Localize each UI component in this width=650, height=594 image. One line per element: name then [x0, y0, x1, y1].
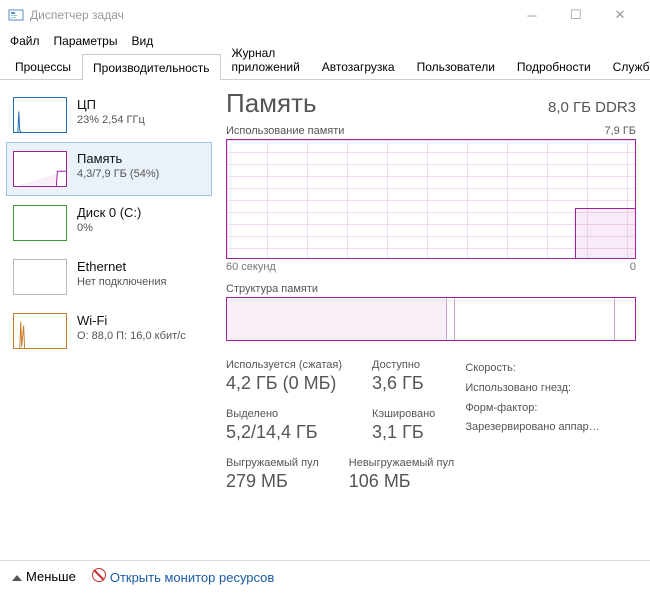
main-header: Память 8,0 ГБ DDR3: [226, 88, 636, 119]
comp-modified: [447, 298, 455, 340]
sidebar-item-ethernet[interactable]: Ethernet Нет подключения: [6, 250, 212, 304]
stats-col-2: Доступно 3,6 ГБ Кэшировано 3,1 ГБ: [372, 359, 435, 443]
chevron-up-icon: [12, 575, 22, 581]
stat-in-use: Используется (сжатая) 4,2 ГБ (0 МБ): [226, 359, 342, 394]
tab-app-history[interactable]: Журнал приложений: [221, 39, 311, 79]
wifi-thumb-icon: [13, 313, 67, 349]
stats-row-2: Выгружаемый пул 279 МБ Невыгружаемый пул…: [226, 457, 636, 492]
cached-value: 3,1 ГБ: [372, 422, 435, 443]
resource-monitor-label: Открыть монитор ресурсов: [110, 570, 274, 585]
close-button[interactable]: ✕: [598, 0, 642, 30]
stats-col-1: Используется (сжатая) 4,2 ГБ (0 МБ) Выде…: [226, 359, 342, 443]
sidebar-item-disk[interactable]: Диск 0 (C:) 0%: [6, 196, 212, 250]
sidebar-disk-title: Диск 0 (C:): [77, 205, 141, 220]
memory-composition-chart: [226, 297, 636, 341]
tab-details[interactable]: Подробности: [506, 53, 602, 79]
committed-label: Выделено: [226, 408, 342, 420]
memory-thumb-icon: [13, 151, 67, 187]
sidebar-mem-sub: 4,3/7,9 ГБ (54%): [77, 168, 159, 180]
maximize-button[interactable]: ☐: [554, 0, 598, 30]
chart-x-axis: 60 секунд 0: [226, 261, 636, 273]
menu-view[interactable]: Вид: [131, 34, 153, 48]
in-use-value: 4,2 ГБ (0 МБ): [226, 373, 342, 394]
tab-startup[interactable]: Автозагрузка: [311, 53, 406, 79]
memory-properties: Скорость: Использовано гнезд: Форм-факто…: [465, 359, 600, 443]
paged-value: 279 МБ: [226, 471, 319, 492]
prop-form: Форм-фактор:: [465, 399, 600, 419]
comp-free: [615, 298, 635, 340]
title-bar: Диспетчер задач ─ ☐ ✕: [0, 0, 650, 30]
stat-available: Доступно 3,6 ГБ: [372, 359, 435, 394]
sidebar-eth-sub: Нет подключения: [77, 276, 166, 288]
main-panel: Память 8,0 ГБ DDR3 Использование памяти …: [218, 80, 650, 560]
sidebar-mem-title: Память: [77, 151, 159, 166]
usage-label: Использование памяти: [226, 125, 344, 137]
sidebar-item-cpu[interactable]: ЦП 23% 2,54 ГГц: [6, 88, 212, 142]
sidebar-wifi-text: Wi-Fi О: 88,0 П: 16,0 кбит/с: [77, 313, 186, 342]
nonpaged-value: 106 МБ: [349, 471, 454, 492]
stat-cached: Кэшировано 3,1 ГБ: [372, 408, 435, 443]
stat-paged-pool: Выгружаемый пул 279 МБ: [226, 457, 319, 492]
app-icon: [8, 7, 24, 23]
comp-standby: [455, 298, 614, 340]
sidebar-mem-text: Память 4,3/7,9 ГБ (54%): [77, 151, 159, 180]
disk-thumb-icon: [13, 205, 67, 241]
sidebar-cpu-title: ЦП: [77, 97, 145, 112]
chart-fill: [575, 208, 635, 258]
composition-label: Структура памяти: [226, 283, 636, 295]
available-label: Доступно: [372, 359, 435, 371]
committed-value: 5,2/14,4 ГБ: [226, 422, 342, 443]
menu-options[interactable]: Параметры: [54, 34, 118, 48]
sidebar-eth-text: Ethernet Нет подключения: [77, 259, 166, 288]
tab-performance[interactable]: Производительность: [82, 54, 220, 80]
axis-left: 60 секунд: [226, 261, 276, 273]
sidebar-wifi-sub: О: 88,0 П: 16,0 кбит/с: [77, 330, 186, 342]
tab-processes[interactable]: Процессы: [4, 53, 82, 79]
axis-right: 0: [630, 261, 636, 273]
nonpaged-label: Невыгружаемый пул: [349, 457, 454, 469]
page-title: Память: [226, 88, 317, 119]
memory-total: 8,0 ГБ DDR3: [548, 99, 636, 116]
sidebar-item-wifi[interactable]: Wi-Fi О: 88,0 П: 16,0 кбит/с: [6, 304, 212, 358]
menu-bar: Файл Параметры Вид: [0, 30, 650, 52]
ethernet-thumb-icon: [13, 259, 67, 295]
paged-label: Выгружаемый пул: [226, 457, 319, 469]
menu-file[interactable]: Файл: [10, 34, 40, 48]
tab-services[interactable]: Службы: [602, 53, 650, 79]
sidebar-eth-title: Ethernet: [77, 259, 166, 274]
minimize-button[interactable]: ─: [510, 0, 554, 30]
window-title: Диспетчер задач: [30, 8, 510, 22]
open-resource-monitor-link[interactable]: Открыть монитор ресурсов: [92, 568, 274, 585]
usage-chart-label: Использование памяти 7,9 ГБ: [226, 125, 636, 137]
fewer-details-button[interactable]: Меньше: [12, 569, 76, 584]
stats-area: Используется (сжатая) 4,2 ГБ (0 МБ) Выде…: [226, 359, 636, 443]
sidebar: ЦП 23% 2,54 ГГц Память 4,3/7,9 ГБ (54%) …: [0, 80, 218, 560]
stat-nonpaged-pool: Невыгружаемый пул 106 МБ: [349, 457, 454, 492]
memory-usage-chart: [226, 139, 636, 259]
sidebar-disk-text: Диск 0 (C:) 0%: [77, 205, 141, 234]
status-bar: Меньше Открыть монитор ресурсов: [0, 560, 650, 592]
stat-committed: Выделено 5,2/14,4 ГБ: [226, 408, 342, 443]
resource-monitor-icon: [92, 568, 106, 582]
tab-users[interactable]: Пользователи: [406, 53, 506, 79]
sidebar-item-memory[interactable]: Память 4,3/7,9 ГБ (54%): [6, 142, 212, 196]
prop-slots: Использовано гнезд:: [465, 379, 600, 399]
in-use-label: Используется (сжатая): [226, 359, 342, 371]
prop-reserved: Зарезервировано аппар…: [465, 418, 600, 438]
available-value: 3,6 ГБ: [372, 373, 435, 394]
cpu-thumb-icon: [13, 97, 67, 133]
cached-label: Кэшировано: [372, 408, 435, 420]
content-area: ЦП 23% 2,54 ГГц Память 4,3/7,9 ГБ (54%) …: [0, 80, 650, 560]
usage-max: 7,9 ГБ: [604, 125, 636, 137]
sidebar-wifi-title: Wi-Fi: [77, 313, 186, 328]
sidebar-disk-sub: 0%: [77, 222, 141, 234]
fewer-details-label: Меньше: [26, 569, 76, 584]
comp-in-use: [227, 298, 447, 340]
sidebar-cpu-sub: 23% 2,54 ГГц: [77, 114, 145, 126]
sidebar-cpu-text: ЦП 23% 2,54 ГГц: [77, 97, 145, 126]
prop-speed: Скорость:: [465, 359, 600, 379]
tab-bar: Процессы Производительность Журнал прило…: [0, 52, 650, 80]
